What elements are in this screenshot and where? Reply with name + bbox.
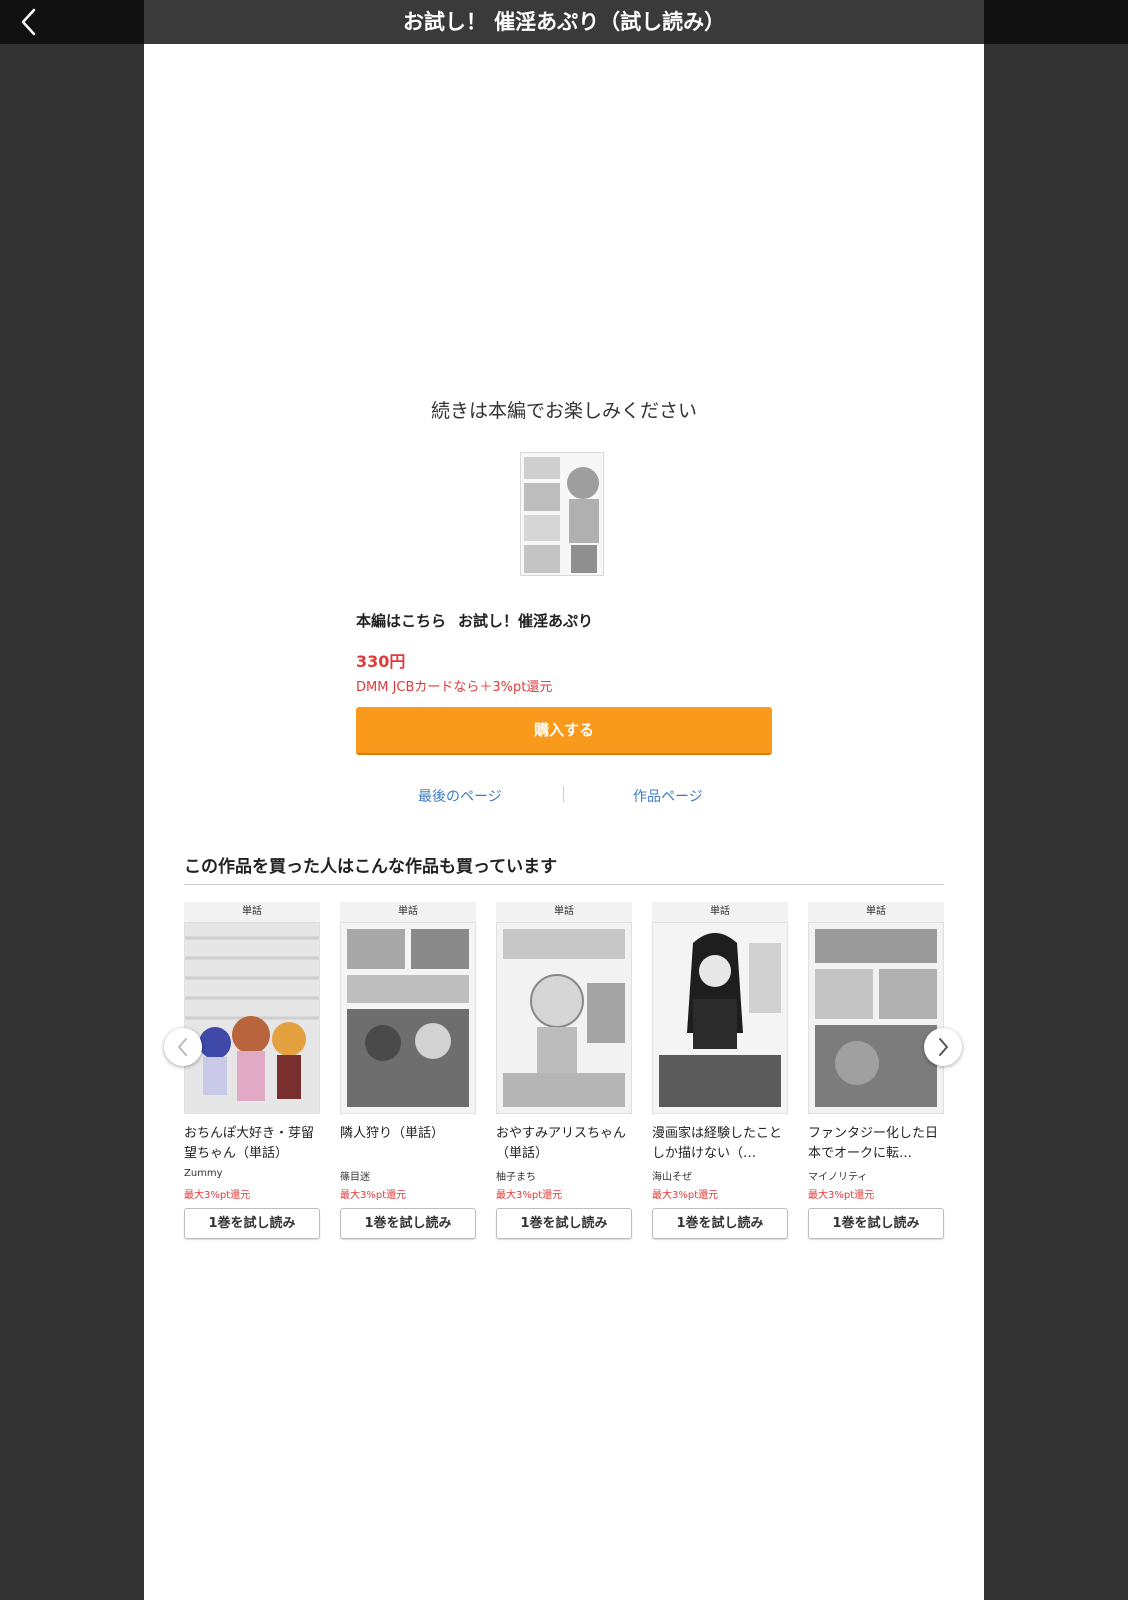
card-points: 最大3%pt還元 <box>652 1190 719 1201</box>
divider <box>184 884 944 885</box>
manga-cover-image <box>521 453 603 575</box>
recommendation-card[interactable]: 単話 おやすみアリスちゃん（単話） 柚子まち 最大3%pt還元 1巻を試し読み <box>496 902 632 1239</box>
carousel-prev-button[interactable] <box>164 1028 202 1066</box>
point-note: DMM JCBカードなら＋3%pt還元 <box>356 680 553 695</box>
card-author[interactable]: 海山そぜ <box>652 1168 788 1184</box>
trial-read-button[interactable]: 1巻を試し読み <box>652 1208 788 1239</box>
back-button[interactable] <box>14 6 46 38</box>
card-thumbnail[interactable] <box>808 922 944 1114</box>
link-divider <box>563 786 564 802</box>
price: 330円 <box>356 652 406 671</box>
chevron-right-icon <box>939 1038 948 1056</box>
card-title[interactable]: 隣人狩り（単話） <box>340 1124 476 1166</box>
page-title: お試し！ 催淫あぷり（試し読み） <box>144 0 984 44</box>
recommendation-card[interactable]: 単話 漫画家は経験したことしか描けない（… 海山そぜ 最大3%pt還元 1巻を試… <box>652 902 788 1239</box>
card-author[interactable]: 柚子まち <box>496 1168 632 1184</box>
trial-read-button[interactable]: 1巻を試し読み <box>808 1208 944 1239</box>
chevron-left-icon <box>21 8 36 36</box>
chevron-left-icon <box>178 1038 187 1056</box>
card-title[interactable]: ファンタジー化した日本でオークに転… <box>808 1124 944 1166</box>
card-thumbnail[interactable] <box>652 922 788 1114</box>
cover-image <box>341 923 475 1113</box>
card-thumbnail[interactable] <box>340 922 476 1114</box>
card-title[interactable]: おやすみアリスちゃん（単話） <box>496 1124 632 1166</box>
card-label: 単話 <box>808 902 944 922</box>
card-label: 単話 <box>340 902 476 922</box>
recommendation-card[interactable]: 単話 隣人狩り（単話） 篠目迷 最大3%pt還元 1巻を試し読み <box>340 902 476 1239</box>
recommendation-heading: この作品を買った人はこんな作品も買っています <box>184 857 558 877</box>
card-points: 最大3%pt還元 <box>340 1190 407 1201</box>
trial-read-button[interactable]: 1巻を試し読み <box>184 1208 320 1239</box>
card-thumbnail[interactable] <box>496 922 632 1114</box>
card-title[interactable]: おちんぽ大好き・芽留望ちゃん（単話） <box>184 1124 320 1166</box>
recommendation-card[interactable]: 単話 ファンタジー化した日本でオークに転… マイノリティ 最大3%pt還元 1巻… <box>808 902 944 1239</box>
buy-button[interactable]: 購入する <box>356 707 772 755</box>
recommendation-card[interactable]: 単話 おちんぽ大好き・芽留望ちゃん（単話） Zummy 最大3%pt還元 1巻を… <box>184 902 320 1239</box>
main-title-text: お試し！催淫あぷり <box>458 612 594 630</box>
main-work-title[interactable]: 本編はこちら お試し！催淫あぷり <box>356 610 593 631</box>
card-points: 最大3%pt還元 <box>184 1190 251 1201</box>
card-label: 単話 <box>184 902 320 922</box>
cover-image <box>185 923 319 1113</box>
recommendation-carousel: 単話 おちんぽ大好き・芽留望ちゃん（単話） Zummy 最大3%pt還元 1巻を… <box>184 902 944 1302</box>
cover-image <box>809 923 943 1113</box>
cover-thumbnail[interactable] <box>520 452 604 576</box>
carousel-next-button[interactable] <box>924 1028 962 1066</box>
card-thumbnail[interactable] <box>184 922 320 1114</box>
reader-end-page: 続きは本編でお楽しみください 本編はこちら お試し！催淫あぷり 330円 DMM … <box>144 44 984 1600</box>
cover-image <box>653 923 787 1113</box>
card-label: 単話 <box>496 902 632 922</box>
card-title[interactable]: 漫画家は経験したことしか描けない（… <box>652 1124 788 1166</box>
card-points: 最大3%pt還元 <box>808 1190 875 1201</box>
card-author[interactable]: 篠目迷 <box>340 1168 476 1184</box>
card-label: 単話 <box>652 902 788 922</box>
card-author[interactable]: Zummy <box>184 1168 320 1184</box>
work-page-link[interactable]: 作品ページ <box>633 786 703 806</box>
main-link-prefix: 本編はこちら <box>356 612 447 630</box>
card-author[interactable]: マイノリティ <box>808 1168 944 1184</box>
card-points: 最大3%pt還元 <box>496 1190 563 1201</box>
continue-message: 続きは本編でお楽しみください <box>430 400 697 422</box>
trial-read-button[interactable]: 1巻を試し読み <box>340 1208 476 1239</box>
trial-read-button[interactable]: 1巻を試し読み <box>496 1208 632 1239</box>
last-page-link[interactable]: 最後のページ <box>418 786 502 806</box>
cover-image <box>497 923 631 1113</box>
